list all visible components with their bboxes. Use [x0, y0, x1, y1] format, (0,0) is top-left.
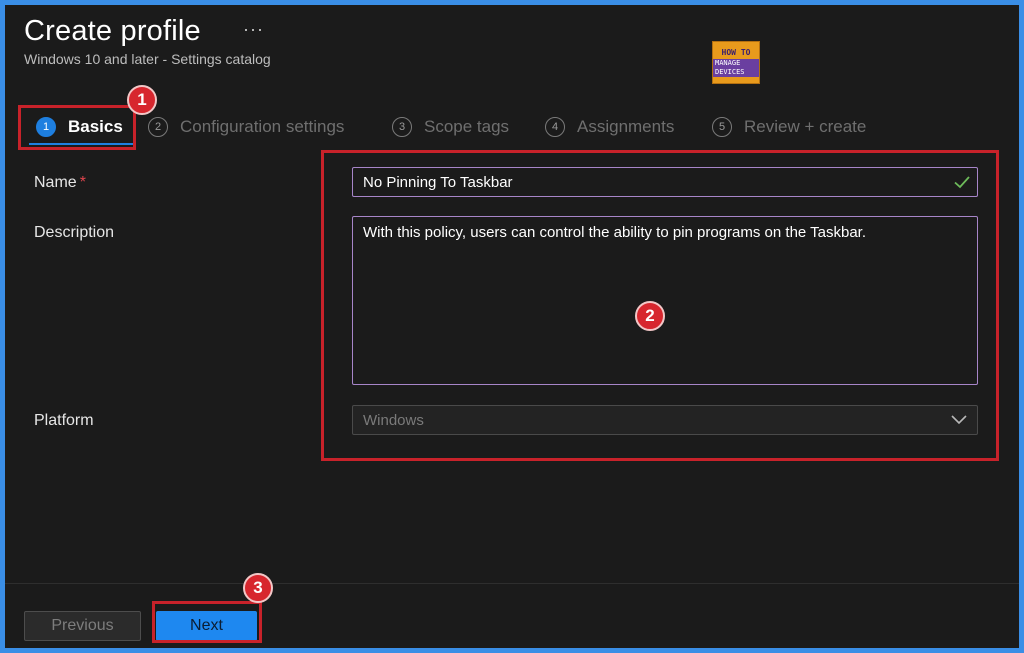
how-to-manage-devices-logo: HOW TO MANAGE DEVICES — [712, 41, 760, 84]
active-tab-indicator — [29, 143, 133, 145]
annotation-badge-3: 3 — [243, 573, 273, 603]
platform-label: Platform — [34, 412, 94, 429]
name-label-text: Name — [34, 174, 77, 191]
step-number-4: 4 — [545, 117, 565, 137]
platform-value: Windows — [363, 411, 424, 429]
page-title: Create profile — [24, 15, 201, 47]
description-label: Description — [34, 224, 115, 241]
page-subtitle: Windows 10 and later - Settings catalog — [24, 51, 271, 67]
create-profile-blade: Create profile ··· Windows 10 and later … — [5, 5, 1019, 648]
logo-line-1: HOW TO — [721, 48, 751, 57]
step-label-assignments: Assignments — [577, 117, 675, 136]
step-label-scope-tags: Scope tags — [424, 117, 510, 136]
step-number-3: 3 — [392, 117, 412, 137]
tab-assignments[interactable]: 4 Assignments — [545, 111, 674, 143]
name-label: Name * — [34, 174, 86, 192]
step-label-review-create: Review + create — [744, 117, 867, 136]
name-input[interactable] — [352, 167, 978, 197]
platform-dropdown[interactable]: Windows — [352, 405, 978, 435]
step-number-1: 1 — [36, 117, 56, 137]
more-options-button[interactable]: ··· — [243, 19, 264, 40]
step-label-configuration-settings: Configuration settings — [180, 117, 345, 136]
valid-check-icon — [954, 176, 970, 189]
required-marker: * — [79, 174, 86, 191]
chevron-down-icon — [951, 415, 967, 425]
annotation-badge-2: 2 — [635, 301, 665, 331]
tab-configuration-settings[interactable]: 2 Configuration settings — [148, 111, 344, 143]
previous-button[interactable]: Previous — [24, 611, 141, 641]
logo-line-2: MANAGE DEVICES — [713, 59, 759, 77]
wizard-steps: 1 Basics 2 Configuration settings 3 Scop… — [5, 111, 1019, 143]
step-label-basics: Basics — [68, 117, 123, 136]
annotation-badge-1: 1 — [127, 85, 157, 115]
tab-scope-tags[interactable]: 3 Scope tags — [392, 111, 509, 143]
footer-divider — [5, 583, 1019, 584]
next-button[interactable]: Next — [156, 611, 257, 641]
tab-basics[interactable]: 1 Basics — [36, 111, 123, 143]
step-number-2: 2 — [148, 117, 168, 137]
step-number-5: 5 — [712, 117, 732, 137]
description-textarea[interactable]: With this policy, users can control the … — [352, 216, 978, 385]
tab-review-create[interactable]: 5 Review + create — [712, 111, 866, 143]
